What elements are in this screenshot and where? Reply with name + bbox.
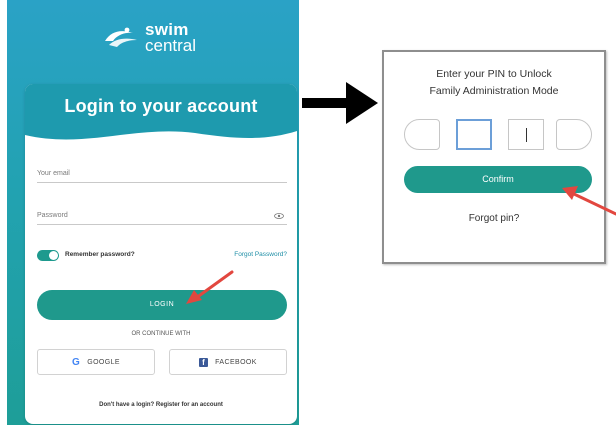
password-field[interactable]	[37, 224, 287, 225]
password-field-label: Password	[37, 212, 68, 219]
login-panel: swim central Login to your account Your …	[7, 0, 299, 425]
login-card: Login to your account Your email Passwor…	[25, 84, 297, 424]
text-cursor	[526, 128, 527, 142]
pin-dialog: Enter your PIN to Unlock Family Administ…	[382, 50, 606, 264]
google-icon: G	[72, 356, 81, 368]
forgot-pin-link[interactable]: Forgot pin?	[384, 213, 604, 224]
login-button[interactable]: LOGIN	[37, 290, 287, 320]
remember-password-toggle[interactable]	[37, 250, 59, 261]
google-button[interactable]: G GOOGLE	[37, 349, 155, 375]
pin-digit-2-input[interactable]	[456, 119, 492, 150]
email-field[interactable]	[37, 182, 287, 183]
forgot-password-link[interactable]: Forgot Password?	[234, 251, 287, 258]
facebook-button-label: FACEBOOK	[215, 358, 257, 366]
facebook-icon: f	[199, 357, 209, 367]
flow-arrow-icon	[302, 82, 378, 124]
confirm-button[interactable]: Confirm	[404, 166, 592, 193]
register-link[interactable]: Don't have a login? Register for an acco…	[25, 402, 297, 408]
or-continue-with-label: OR CONTINUE WITH	[131, 331, 191, 337]
remember-password-label: Remember password?	[65, 251, 135, 258]
pin-dialog-title: Enter your PIN to Unlock Family Administ…	[384, 66, 604, 100]
facebook-button[interactable]: f FACEBOOK	[169, 349, 287, 375]
page-title: Login to your account	[64, 96, 258, 116]
email-field-label: Your email	[37, 170, 70, 177]
swim-central-logo: swim central	[103, 18, 196, 58]
pin-title-line1: Enter your PIN to Unlock	[436, 68, 552, 80]
header-wave	[25, 131, 297, 147]
eye-icon[interactable]	[274, 213, 284, 219]
logo-text-central: central	[145, 36, 197, 55]
pin-digit-3-input[interactable]	[508, 119, 544, 150]
pin-digit-4-input[interactable]	[556, 119, 592, 150]
pin-digit-1-input[interactable]	[404, 119, 440, 150]
swim-logo-icon	[105, 27, 137, 47]
login-card-header: Login to your account	[25, 84, 297, 147]
pin-title-line2: Family Administration Mode	[429, 85, 559, 97]
google-button-label: GOOGLE	[87, 358, 120, 366]
